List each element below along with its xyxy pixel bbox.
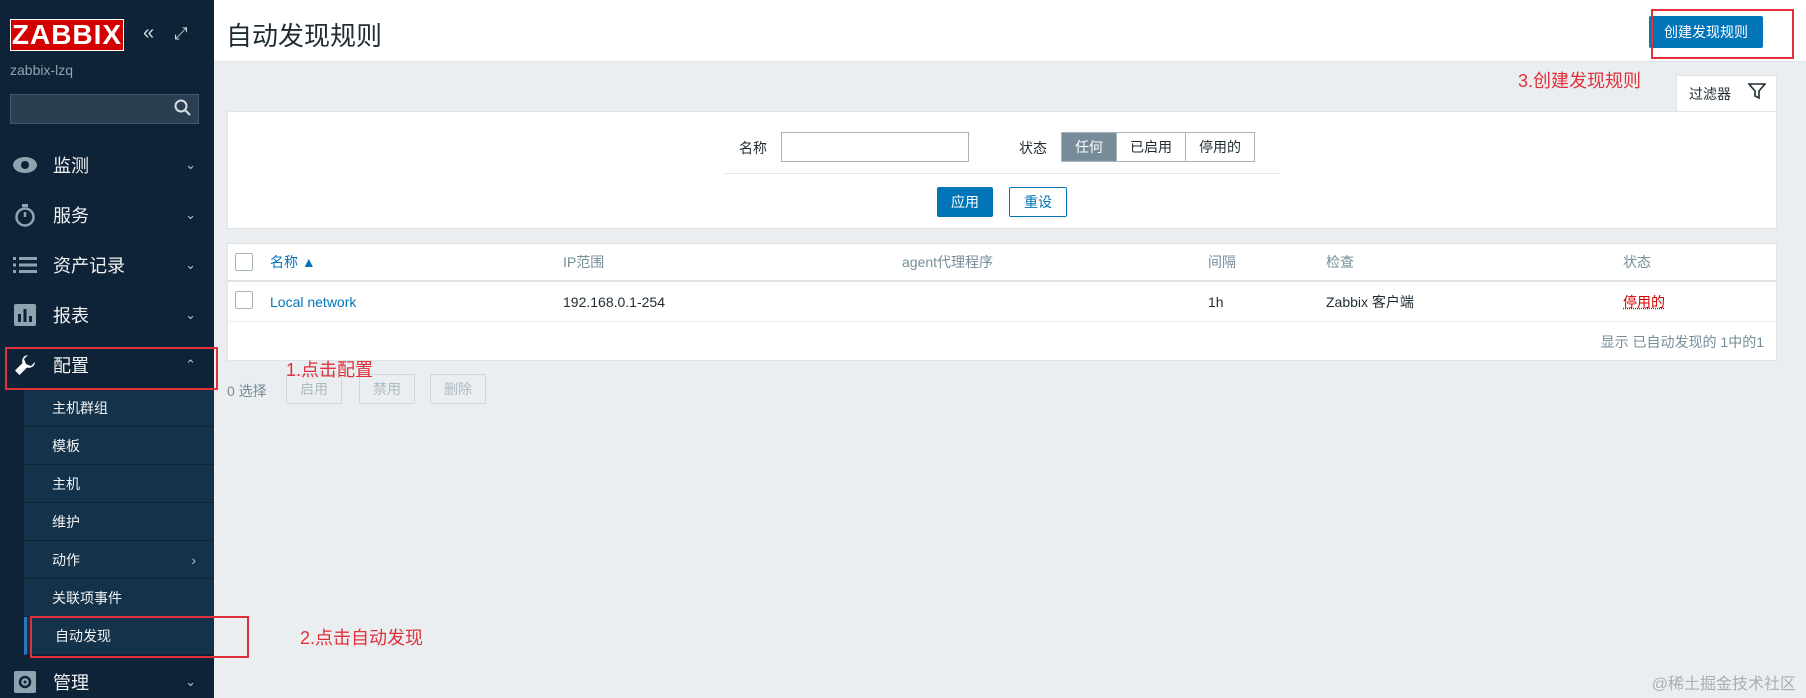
status-segmented-control: 任何 已启用 停用的 bbox=[1061, 132, 1255, 162]
submenu-maintenance[interactable]: 维护 bbox=[24, 503, 214, 541]
filter-icon bbox=[1747, 82, 1767, 105]
annotation-step3: 3.创建发现规则 bbox=[1518, 71, 1642, 91]
select-all-checkbox[interactable] bbox=[235, 253, 253, 271]
status-option-any[interactable]: 任何 bbox=[1062, 133, 1117, 161]
submenu-label: 主机 bbox=[52, 475, 80, 492]
selected-count: 0 选择 bbox=[227, 383, 267, 399]
table-footer: 显示 已自动发现的 1中的1 bbox=[1600, 334, 1764, 350]
submenu-templates[interactable]: 模板 bbox=[24, 427, 214, 465]
submenu-label: 主机群组 bbox=[52, 399, 108, 416]
reset-button[interactable]: 重设 bbox=[1009, 187, 1067, 217]
page-title: 自动发现规则 bbox=[226, 21, 383, 51]
submenu-host-groups[interactable]: 主机群组 bbox=[24, 389, 214, 427]
annotation-step2: 2.点击自动发现 bbox=[300, 628, 424, 648]
chevron-down-icon: ⌄ bbox=[185, 307, 196, 322]
column-proxy: agent代理程序 bbox=[902, 254, 994, 270]
status-toggle-link[interactable]: 停用的 bbox=[1623, 282, 1665, 321]
row-checkbox[interactable] bbox=[235, 291, 253, 309]
submenu-event-correlation[interactable]: 关联项事件 bbox=[24, 579, 214, 617]
column-checks: 检查 bbox=[1326, 254, 1354, 270]
status-option-disabled[interactable]: 停用的 bbox=[1186, 133, 1254, 161]
gear-icon bbox=[12, 669, 38, 695]
submenu-label: 模板 bbox=[52, 437, 80, 454]
server-name: zabbix-lzq bbox=[10, 62, 74, 78]
name-label: 名称 bbox=[739, 140, 767, 156]
status-label: 状态 bbox=[1019, 140, 1047, 156]
eye-icon bbox=[12, 152, 38, 178]
annotation-box-config bbox=[5, 347, 218, 390]
status-option-enabled[interactable]: 已启用 bbox=[1117, 133, 1186, 161]
ip-range-cell: 192.168.0.1-254 bbox=[563, 293, 665, 310]
delete-button[interactable]: 删除 bbox=[430, 374, 486, 404]
discovery-rules-table: 名称 ▲ IP范围 agent代理程序 间隔 检查 状态 Local netwo… bbox=[227, 243, 1777, 361]
name-filter-input[interactable] bbox=[781, 132, 969, 162]
list-icon bbox=[12, 252, 38, 278]
search-icon[interactable] bbox=[174, 99, 192, 122]
column-status: 状态 bbox=[1623, 254, 1651, 270]
watermark: @稀土掘金技术社区 bbox=[1651, 676, 1796, 693]
column-ip-range: IP范围 bbox=[563, 254, 605, 270]
bar-chart-icon bbox=[12, 302, 38, 328]
nav-label: 报表 bbox=[53, 306, 89, 326]
filter-panel: 名称 状态 任何 已启用 停用的 应用 重设 bbox=[227, 111, 1777, 229]
nav-administration[interactable]: 管理 ⌄ bbox=[0, 657, 214, 698]
filter-tab-label: 过滤器 bbox=[1689, 85, 1731, 102]
apply-button[interactable]: 应用 bbox=[937, 187, 993, 217]
chevron-down-icon: ⌄ bbox=[185, 257, 196, 272]
chevron-right-icon: › bbox=[191, 551, 196, 568]
nav-monitoring[interactable]: 监测 ⌄ bbox=[0, 140, 214, 190]
interval-cell: 1h bbox=[1208, 293, 1224, 310]
submenu-label: 关联项事件 bbox=[52, 589, 122, 606]
chevron-down-icon: ⌄ bbox=[185, 157, 196, 172]
checks-cell: Zabbix 客户端 bbox=[1326, 293, 1414, 310]
search-input[interactable] bbox=[10, 94, 199, 124]
nav-services[interactable]: 服务 ⌄ bbox=[0, 190, 214, 240]
table-header: 名称 ▲ IP范围 agent代理程序 间隔 检查 状态 bbox=[228, 244, 1776, 282]
stopwatch-icon bbox=[12, 202, 38, 228]
page-header: 自动发现规则 创建发现规则 bbox=[214, 0, 1806, 62]
nav-label: 服务 bbox=[53, 206, 89, 226]
nav-label: 资产记录 bbox=[53, 256, 125, 276]
table-row: Local network 192.168.0.1-254 1h Zabbix … bbox=[228, 282, 1776, 322]
submenu-hosts[interactable]: 主机 bbox=[24, 465, 214, 503]
submenu-label: 维护 bbox=[52, 513, 80, 530]
nav-label: 监测 bbox=[53, 156, 89, 176]
submenu-label: 动作 bbox=[52, 551, 80, 568]
kiosk-mode-icon[interactable]: ⤢ bbox=[174, 24, 188, 44]
nav-reports[interactable]: 报表 ⌄ bbox=[0, 290, 214, 340]
annotation-step1: 1.点击配置 bbox=[286, 360, 374, 380]
divider bbox=[724, 173, 1280, 174]
zabbix-logo[interactable]: ZABBIX bbox=[10, 19, 124, 51]
tab-filter[interactable]: 过滤器 bbox=[1676, 75, 1777, 111]
chevron-down-icon: ⌄ bbox=[185, 674, 196, 689]
column-interval: 间隔 bbox=[1208, 254, 1236, 270]
nav-label: 管理 bbox=[53, 673, 89, 693]
collapse-sidebar-icon[interactable]: « bbox=[143, 22, 154, 45]
chevron-down-icon: ⌄ bbox=[185, 207, 196, 222]
annotation-box-create bbox=[1651, 9, 1794, 59]
nav-inventory[interactable]: 资产记录 ⌄ bbox=[0, 240, 214, 290]
submenu-actions[interactable]: 动作 › bbox=[24, 541, 214, 579]
column-name[interactable]: 名称 ▲ bbox=[270, 244, 316, 280]
rule-name-link[interactable]: Local network bbox=[270, 282, 356, 321]
annotation-box-discovery bbox=[30, 616, 249, 658]
